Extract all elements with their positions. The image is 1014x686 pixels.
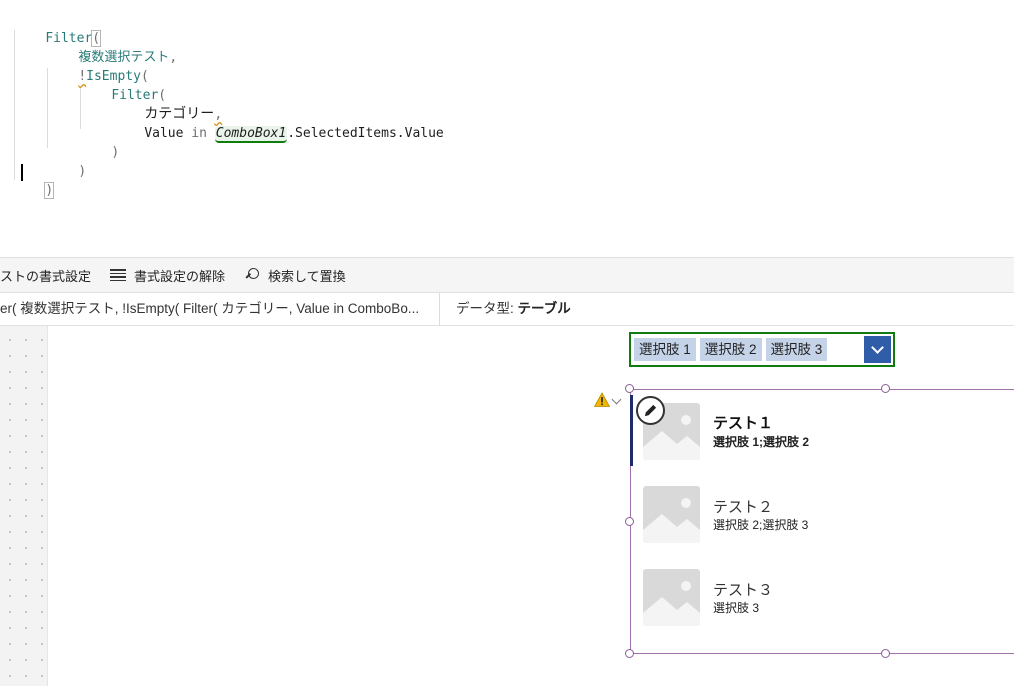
remove-formatting-label: 書式設定の解除 <box>134 268 226 284</box>
chevron-down-icon <box>871 340 884 354</box>
resize-handle[interactable] <box>625 517 634 526</box>
edit-item-button[interactable] <box>636 396 665 425</box>
selected-chip[interactable]: 選択肢 3 <box>765 338 828 361</box>
find-replace-label: 検索して置換 <box>268 268 346 284</box>
dropdown-button[interactable] <box>864 336 891 363</box>
formula-preview[interactable]: er( 複数選択テスト, !IsEmpty( Filter( カテゴリー, Va… <box>0 293 440 325</box>
search-icon <box>244 267 260 283</box>
data-type-value: テーブル <box>517 301 571 316</box>
pencil-icon <box>644 404 657 417</box>
control-reference[interactable]: ComboBox1 <box>214 126 288 143</box>
selected-item-indicator <box>630 395 633 466</box>
paren: ) <box>78 164 87 179</box>
remove-formatting-button[interactable]: 書式設定の解除 <box>110 258 225 292</box>
text-caret <box>21 164 23 181</box>
paren: ) <box>111 145 120 160</box>
code-line-5: カテゴリー, <box>113 86 222 122</box>
image-placeholder-icon[interactable] <box>643 569 700 626</box>
code-line-3: !IsEmpty( <box>47 48 148 84</box>
combobox-control[interactable]: 選択肢 1 選択肢 2 選択肢 3 <box>629 332 895 367</box>
comma: , <box>169 50 178 65</box>
format-text-button[interactable]: ストの書式設定 <box>0 258 91 292</box>
find-replace-button[interactable]: 検索して置換 <box>244 258 346 292</box>
canvas-gutter <box>0 326 48 686</box>
code-line-2: 複数選択テスト, <box>47 29 177 65</box>
format-text-label: ストの書式設定 <box>0 268 92 284</box>
property-chain: .SelectedItems.Value <box>287 126 444 141</box>
code-line-8: ) <box>47 143 86 179</box>
gallery-item-subtitle: 選択肢 2;選択肢 3 <box>713 518 809 532</box>
gallery-item-title: テスト３ <box>713 582 774 599</box>
gallery-item-subtitle: 選択肢 1;選択肢 2 <box>713 435 810 449</box>
resize-handle[interactable] <box>625 649 634 658</box>
lines-icon <box>110 269 126 281</box>
code-line-6: Value in ComboBox1.SelectedItems.Value <box>113 105 444 143</box>
data-type-label: データ型: <box>456 301 514 316</box>
selected-chip[interactable]: 選択肢 1 <box>634 338 696 361</box>
gallery-item-title: テスト２ <box>713 499 774 516</box>
resize-handle[interactable] <box>881 649 890 658</box>
code-line-7: ) <box>80 124 119 160</box>
warning-icon[interactable] <box>594 392 610 408</box>
formula-editor[interactable]: Filter( 複数選択テスト, !IsEmpty( Filter( カテゴリー… <box>0 0 1014 257</box>
data-type-indicator: データ型: テーブル <box>456 293 571 325</box>
resize-handle[interactable] <box>625 384 634 393</box>
gallery-item-subtitle: 選択肢 3 <box>713 601 760 615</box>
paren: ) <box>44 182 55 199</box>
formula-toolbar: ストの書式設定 書式設定の解除 検索して置換 <box>0 257 1014 293</box>
code-line-4: Filter( <box>80 67 166 103</box>
gallery-item-title: テスト１ <box>713 415 774 432</box>
code-line-9: ) <box>14 162 55 199</box>
formula-summary-bar: er( 複数選択テスト, !IsEmpty( Filter( カテゴリー, Va… <box>0 293 1014 326</box>
code-line-1: Filter( <box>14 10 102 47</box>
column-name: Value <box>144 126 184 141</box>
keyword-in: in <box>191 126 207 141</box>
image-placeholder-icon[interactable] <box>643 486 700 543</box>
resize-handle[interactable] <box>881 384 890 393</box>
selected-chip[interactable]: 選択肢 2 <box>699 338 762 361</box>
